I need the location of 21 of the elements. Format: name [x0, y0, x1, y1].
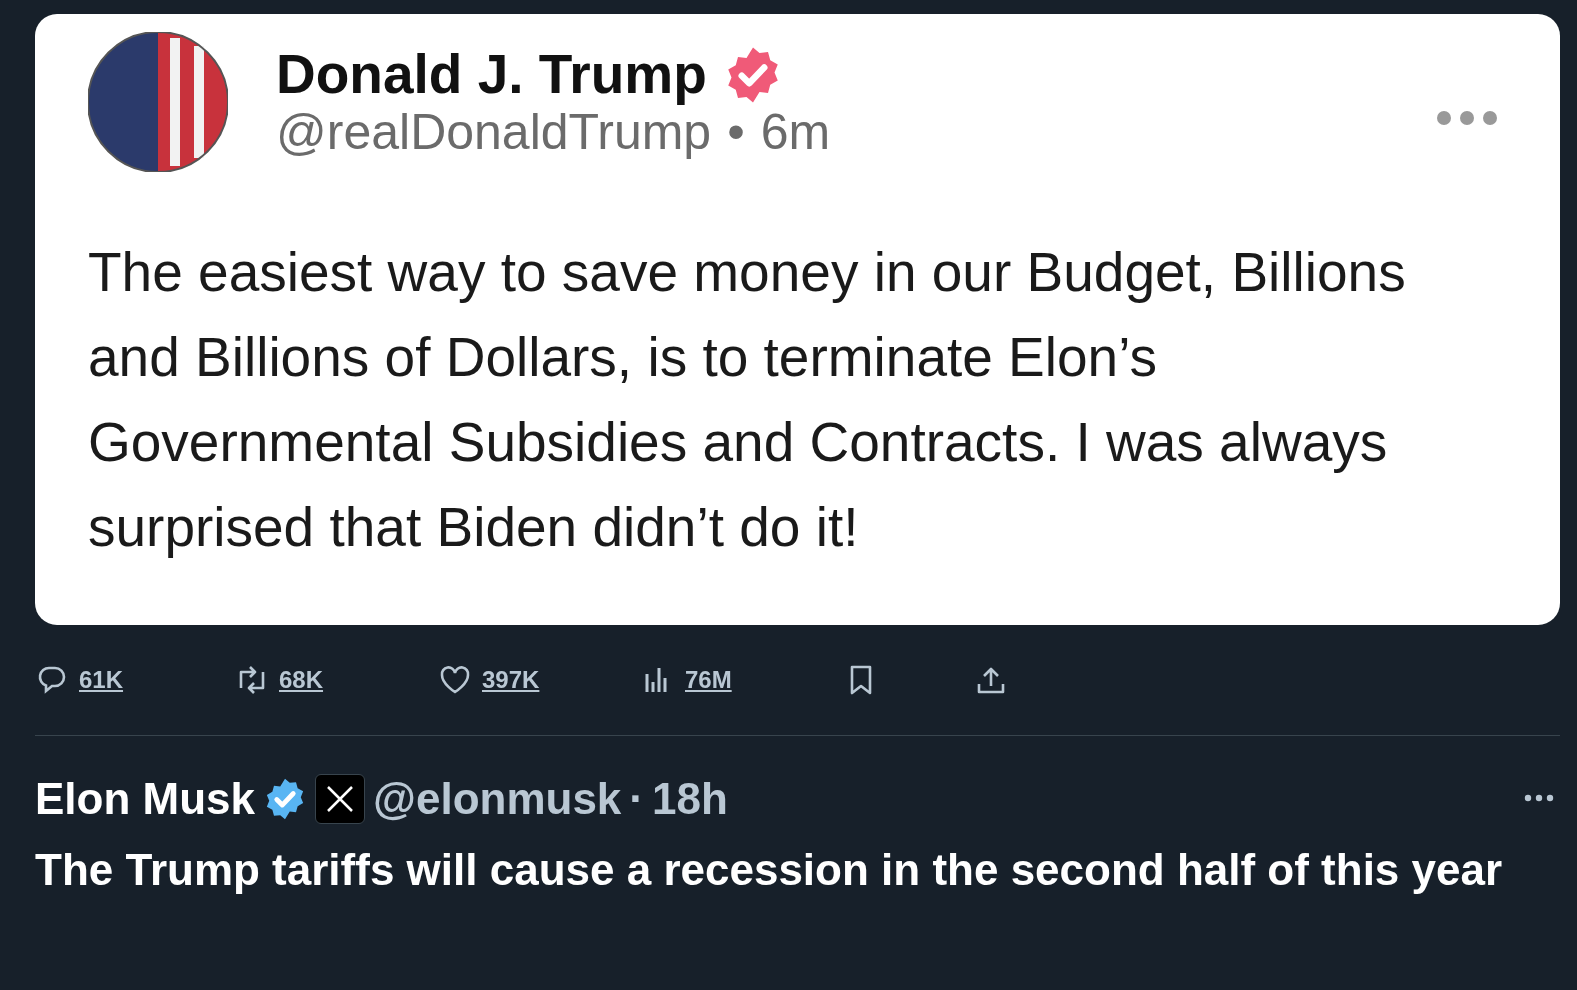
post-text: The Trump tariffs will cause a recession in the second half of this year	[35, 844, 1504, 896]
author-handle: @realDonaldTrump	[276, 104, 712, 160]
author-name: Donald J. Trump	[276, 44, 707, 105]
more-options-icon[interactable]	[1524, 794, 1554, 802]
post-text: The easiest way to save money in our Budget, Billions and Billions of Dollars, is to terminate Elon’s Governmental Subsidies and Contracts. I was always surprised that Biden didn’t do it!	[88, 240, 1407, 560]
separator-dot: •	[727, 104, 745, 160]
post-time: 6m	[760, 104, 831, 160]
heart-icon	[438, 664, 472, 696]
logo-icon	[315, 774, 366, 824]
reply-button[interactable]: 61K	[35, 662, 124, 698]
author-handle: @elonmusk	[373, 773, 622, 825]
author-name: Elon Musk	[35, 773, 256, 825]
action-count: 68K	[279, 665, 324, 695]
action-count: 61K	[79, 665, 124, 695]
like-button[interactable]: 397K	[438, 662, 540, 698]
post-time: 18h	[652, 773, 728, 825]
action-count: 76M	[685, 665, 732, 695]
views-button[interactable]: 76M	[641, 662, 732, 698]
repost-button[interactable]: 68K	[235, 662, 324, 698]
action-count: 397K	[482, 665, 540, 695]
separator-dot: ·	[629, 773, 644, 825]
